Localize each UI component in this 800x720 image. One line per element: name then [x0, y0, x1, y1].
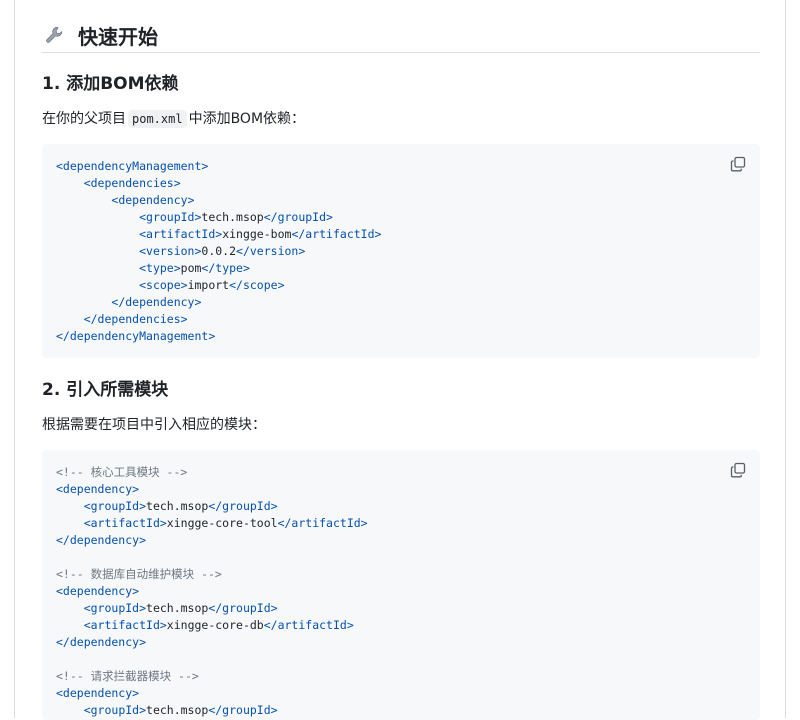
- code-line: </dependency>: [111, 295, 202, 309]
- copy-icon[interactable]: [730, 462, 746, 478]
- code-lines: <!-- 核心工具模块 --> <dependency> <groupId>tec…: [56, 464, 746, 719]
- code-line: <artifactId>xingge-bom</artifactId>: [139, 227, 382, 241]
- code-block-bom[interactable]: <dependencyManagement> <dependencies> <d…: [42, 144, 760, 358]
- code-line: <scope>import</scope>: [139, 278, 285, 292]
- code-line: <artifactId>xingge-core-tool</artifactId…: [83, 516, 368, 530]
- code-line: </dependencyManagement>: [56, 329, 216, 343]
- code-line: <dependency>: [111, 193, 195, 207]
- code-line: <!-- 请求拦截器模块 -->: [56, 669, 199, 683]
- code-line: <dependency>: [56, 584, 140, 598]
- wrench-icon: [42, 22, 68, 48]
- section-heading: 快速开始: [42, 18, 760, 53]
- code-line: <dependencyManagement>: [56, 159, 209, 173]
- step2-description: 根据需要在项目中引入相应的模块：: [42, 417, 266, 433]
- step1-desc-text-after: 中添加BOM依赖：: [188, 111, 306, 127]
- code-line: <groupId>tech.msop</groupId>: [139, 210, 333, 224]
- code-line: <artifactId>xingge-core-db</artifactId>: [83, 618, 354, 632]
- code-line: <groupId>tech.msop</groupId>: [83, 703, 278, 717]
- code-block-modules[interactable]: <!-- 核心工具模块 --> <dependency> <groupId>tec…: [42, 450, 760, 720]
- code-line: <version>0.0.2</version>: [139, 244, 306, 258]
- step1-desc-text: 在你的父项目: [42, 111, 126, 127]
- section-title: 快速开始: [78, 24, 158, 49]
- step1-heading: 1. 添加BOM依赖: [42, 74, 179, 94]
- code-line: <type>pom</type>: [139, 261, 250, 275]
- pom-xml-code: pom.xml: [128, 110, 187, 128]
- code-line: <!-- 数据库自动维护模块 -->: [56, 567, 222, 581]
- code-line: <!-- 核心工具模块 -->: [56, 465, 188, 479]
- step2-heading: 2. 引入所需模块: [42, 380, 169, 400]
- code-lines: <dependencyManagement> <dependencies> <d…: [56, 158, 746, 345]
- code-line: <dependency>: [56, 482, 140, 496]
- code-line: <groupId>tech.msop</groupId>: [83, 601, 278, 615]
- code-line: </dependency>: [56, 635, 147, 649]
- code-line: <groupId>tech.msop</groupId>: [83, 499, 278, 513]
- code-line: <dependency>: [56, 686, 140, 700]
- code-line: <dependencies>: [83, 176, 181, 190]
- step1-description: 在你的父项目 pom.xml 中添加BOM依赖：: [42, 108, 305, 130]
- code-line: </dependencies>: [83, 312, 188, 326]
- code-line: </dependency>: [56, 533, 147, 547]
- copy-icon[interactable]: [730, 156, 746, 172]
